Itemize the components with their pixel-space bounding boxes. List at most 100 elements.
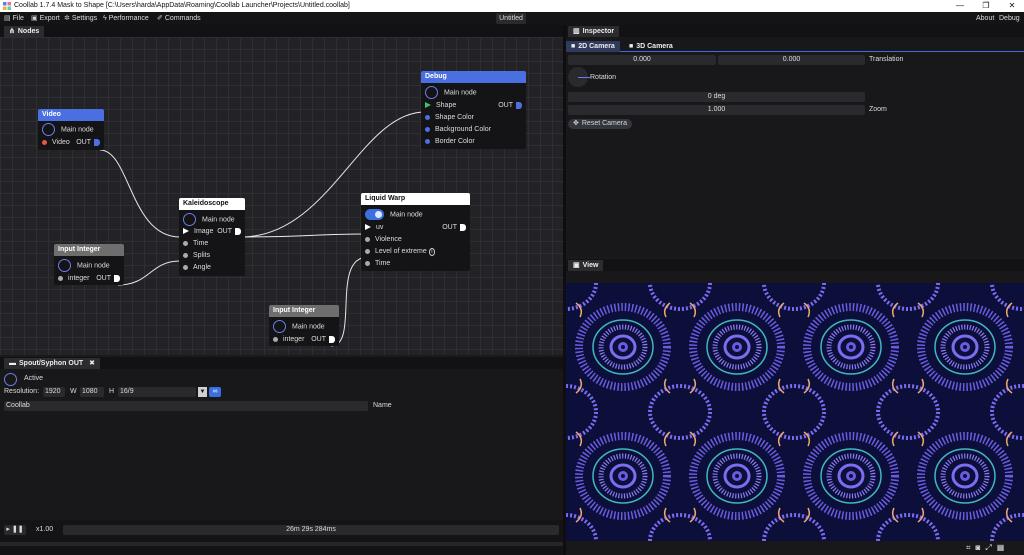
color-pin-icon[interactable] <box>425 126 430 132</box>
document-title[interactable]: Untitled <box>496 13 526 24</box>
render-output[interactable] <box>566 283 1024 541</box>
node-liquid-warp[interactable]: Liquid Warp Main node uv OUT Violence Le… <box>361 193 470 271</box>
output-arrow-icon[interactable] <box>516 101 522 109</box>
integer-pin-icon[interactable] <box>273 336 278 342</box>
time-display[interactable]: 26m 29s 284ms <box>63 525 559 535</box>
node-output[interactable]: OUT <box>217 226 241 237</box>
uv-input-arrow-icon[interactable] <box>365 224 371 231</box>
input-pin-uv[interactable]: uv <box>365 222 383 233</box>
node-video[interactable]: Video Main node Video OUT <box>38 109 104 150</box>
input-pin-splits[interactable]: Splits <box>183 250 210 261</box>
input-pin-level-of-extreme[interactable]: Level of extreme i <box>365 246 436 257</box>
out-label: OUT <box>217 228 232 235</box>
aspect-ratio-select[interactable]: 16/9 <box>118 387 196 397</box>
input-pin-violence[interactable]: Violence <box>365 234 402 245</box>
input-pin-time[interactable]: Time <box>183 238 208 249</box>
tab-view[interactable]: ▣ View <box>568 260 604 271</box>
output-arrow-icon[interactable] <box>94 138 100 146</box>
node-input-integer[interactable]: Input Integer Main node integer OUT <box>269 305 339 346</box>
image-input-arrow-icon[interactable] <box>183 228 189 235</box>
output-arrow-icon[interactable] <box>329 335 335 343</box>
output-arrow-icon[interactable] <box>114 274 120 282</box>
input-pin-shape[interactable]: Shape <box>425 100 456 111</box>
tab-3d-camera-label: 3D Camera <box>636 43 673 50</box>
menu-settings[interactable]: ✲ Settings <box>64 12 97 25</box>
pin-dot-icon[interactable] <box>365 260 370 266</box>
input-pin-background-color[interactable]: Background Color <box>425 124 491 135</box>
reset-camera-button[interactable]: ✥ Reset Camera <box>568 119 633 129</box>
pin-dot-icon[interactable] <box>365 236 370 242</box>
menu-export[interactable]: ▣ Export <box>31 12 60 25</box>
nodes-icon: ⋔ <box>9 28 15 35</box>
playback-speed[interactable]: x1.00 <box>36 526 53 533</box>
fullscreen-icon[interactable]: ⤢ <box>985 543 991 552</box>
close-window-button[interactable]: ✕ <box>1000 0 1024 12</box>
node-output[interactable]: OUT <box>311 334 335 345</box>
video-pin-icon[interactable] <box>42 139 47 145</box>
menu-file[interactable]: ▤ File <box>4 12 24 25</box>
pin-dot-icon[interactable] <box>183 264 188 270</box>
node-editor-canvas[interactable]: Video Main node Video OUT Input Integer … <box>0 37 563 355</box>
pin-dot-icon[interactable] <box>183 240 188 246</box>
shape-input-arrow-icon[interactable] <box>425 102 431 109</box>
spout-name-input[interactable]: Coollab <box>4 401 368 411</box>
main-node-toggle[interactable] <box>58 259 71 272</box>
integer-pin-icon[interactable] <box>58 275 63 281</box>
camera-icon[interactable]: ◙ <box>976 543 981 552</box>
maximize-button[interactable]: ❐ <box>974 0 998 12</box>
resolution-width-input[interactable]: 1920 <box>43 387 65 397</box>
input-pin-angle[interactable]: Angle <box>183 262 211 273</box>
menu-performance-label: Performance <box>108 15 149 22</box>
input-pin-image[interactable]: Image <box>183 226 213 237</box>
tab-spout-label: Spout/Syphon OUT <box>19 360 84 367</box>
menu-performance[interactable]: ϟ Performance <box>103 12 149 25</box>
translation-y-input[interactable]: 0.000 <box>718 55 865 65</box>
rotation-dial[interactable] <box>568 67 590 87</box>
node-debug[interactable]: Debug Main node Shape OUT Shape Color Ba… <box>421 71 526 149</box>
grid-icon[interactable]: ▦ <box>997 543 1005 552</box>
node-output[interactable]: OUT <box>96 273 120 284</box>
tab-3d-camera[interactable]: ■ 3D Camera <box>624 41 678 52</box>
tab-nodes[interactable]: ⋔ Nodes <box>4 26 45 37</box>
menu-commands-label: Commands <box>164 15 201 22</box>
close-tab-icon[interactable]: ✖ <box>89 360 95 367</box>
main-node-toggle[interactable] <box>183 213 196 226</box>
node-input-integer[interactable]: Input Integer Main node integer OUT <box>54 244 124 285</box>
main-node-toggle[interactable] <box>365 209 384 220</box>
menu-about[interactable]: About <box>976 12 994 25</box>
main-node-toggle[interactable] <box>42 123 55 136</box>
timeline-scrollbar[interactable] <box>0 542 563 546</box>
zoom-input[interactable]: 1.000 <box>568 105 865 115</box>
main-node-toggle[interactable] <box>425 86 438 99</box>
info-icon[interactable]: i <box>428 248 436 256</box>
input-pin-border-color[interactable]: Border Color <box>425 136 475 147</box>
minimize-button[interactable]: — <box>948 0 972 12</box>
tab-2d-camera[interactable]: ■ 2D Camera <box>566 41 620 52</box>
width-label: W <box>70 388 77 395</box>
pin-dot-icon[interactable] <box>183 252 188 258</box>
input-pin-time[interactable]: Time <box>365 258 390 269</box>
color-pin-icon[interactable] <box>425 138 430 144</box>
input-pin-shape-color[interactable]: Shape Color <box>425 112 474 123</box>
pin-dot-icon[interactable] <box>365 248 370 254</box>
node-output[interactable]: OUT <box>76 137 100 148</box>
main-node-toggle[interactable] <box>273 320 286 333</box>
node-output[interactable]: OUT <box>442 222 466 233</box>
resolution-height-input[interactable]: 1080 <box>80 387 104 397</box>
tab-inspector[interactable]: ▥ Inspector <box>568 26 620 37</box>
tab-spout-syphon[interactable]: ▬ Spout/Syphon OUT ✖ <box>4 358 101 369</box>
translation-x-input[interactable]: 0.000 <box>568 55 716 65</box>
color-pin-icon[interactable] <box>425 114 430 120</box>
node-kaleidoscope[interactable]: Kaleidoscope Main node Image OUT Time Sp… <box>179 198 245 276</box>
menu-commands[interactable]: ✐ Commands <box>157 12 201 25</box>
rotation-value-input[interactable]: 0 deg <box>568 92 865 102</box>
active-toggle[interactable] <box>4 373 17 386</box>
menu-debug[interactable]: Debug <box>999 12 1020 25</box>
play-pause-icon[interactable]: ▸ ❚❚ <box>4 525 26 535</box>
link-aspect-icon[interactable]: ∞ <box>209 387 221 397</box>
chevron-down-icon[interactable]: ▼ <box>198 387 207 397</box>
crop-icon[interactable]: ⌗ <box>966 543 971 552</box>
node-output[interactable]: OUT <box>498 100 522 111</box>
output-arrow-icon[interactable] <box>235 227 241 235</box>
output-arrow-icon[interactable] <box>460 223 466 231</box>
